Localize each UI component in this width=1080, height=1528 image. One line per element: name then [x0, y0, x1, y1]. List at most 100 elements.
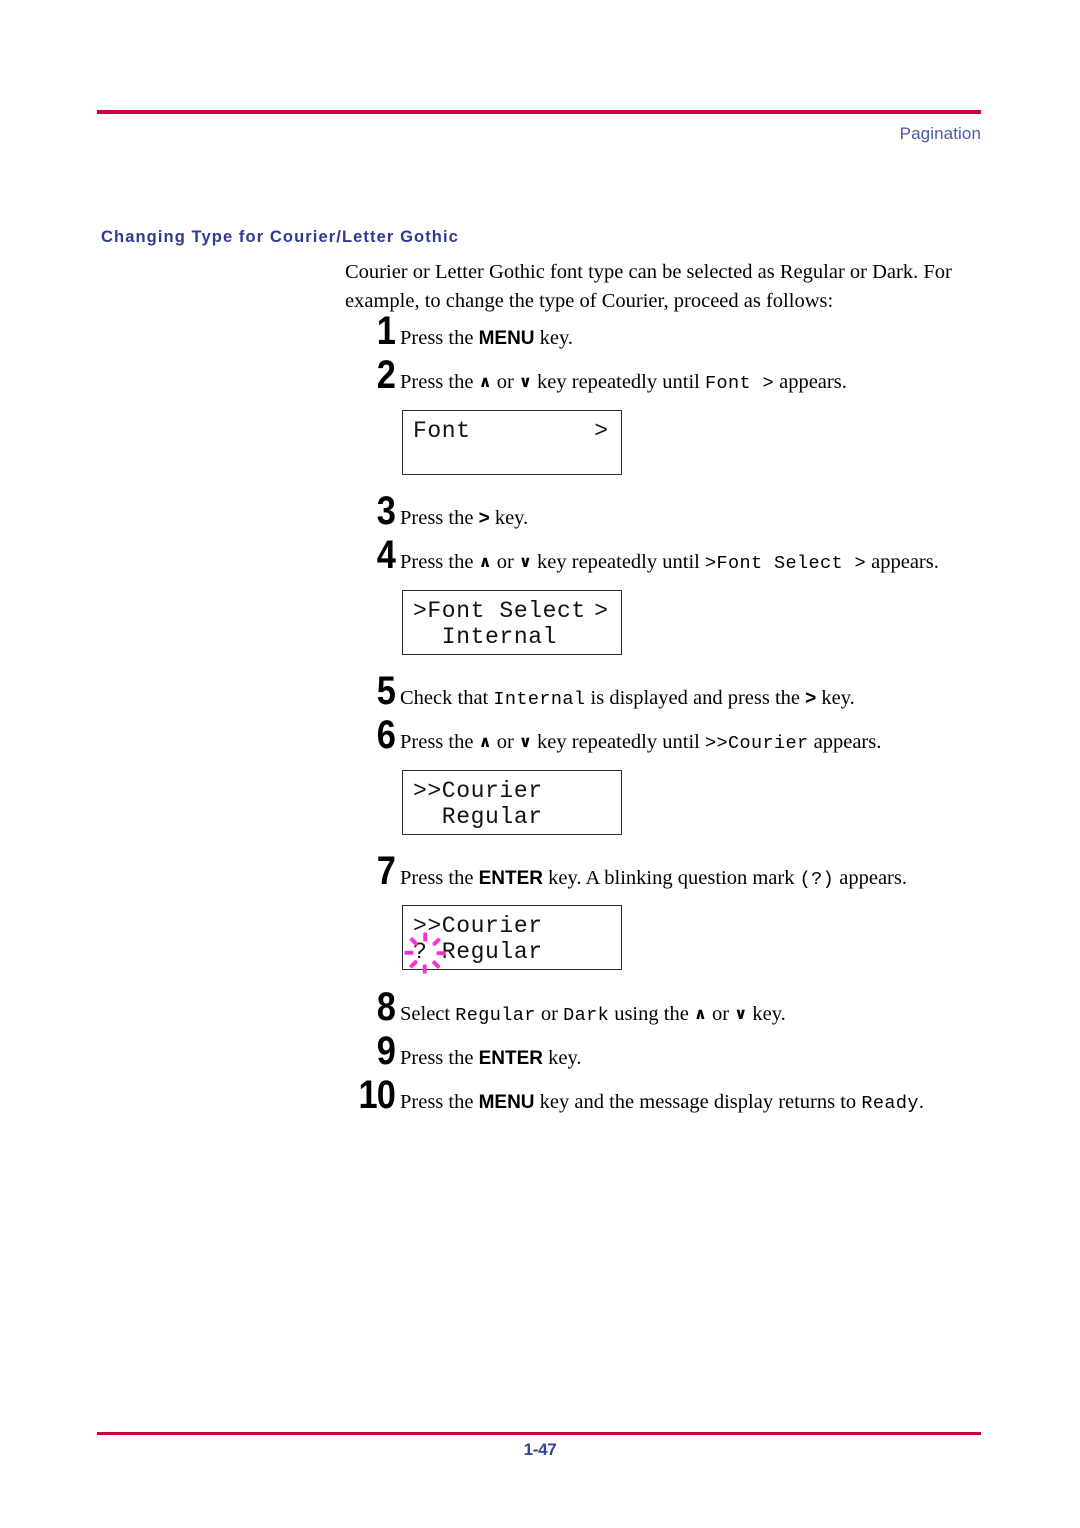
step-text-run: Press the — [400, 507, 479, 529]
blink-ray — [423, 964, 427, 974]
display-literal: Font > — [704, 373, 774, 394]
arrow-key-icon: ∧ — [478, 372, 492, 391]
step-text: Press the ∧ or ∨ key repeatedly until Fo… — [400, 369, 1000, 397]
arrow-key-icon: ∨ — [518, 732, 532, 751]
step-text-run: Press the — [400, 1047, 479, 1069]
step-text-run: Select — [400, 1003, 456, 1025]
step-number: 8 — [376, 985, 396, 1029]
blink-ray — [423, 932, 427, 942]
step-text-run: Press the — [400, 867, 479, 889]
step-text-run: key repeatedly until — [531, 551, 705, 573]
lcd-line-1: Font — [413, 418, 471, 444]
lcd-line-1: >>Courier — [413, 778, 543, 804]
step-text-run: appears. — [834, 867, 907, 889]
section-heading: Changing Type for Courier/Letter Gothic — [101, 228, 459, 246]
running-head: Pagination — [899, 124, 981, 143]
step-text-run: appears. — [808, 731, 882, 753]
step-number: 9 — [376, 1029, 396, 1073]
step-text-run: appears. — [773, 371, 847, 393]
document-page: Pagination Changing Type for Courier/Let… — [0, 0, 1080, 1528]
lcd-line-2: Internal — [413, 624, 558, 650]
step-text: Press the ENTER key. — [400, 1045, 1000, 1072]
step-text: Press the ∧ or ∨ key repeatedly until >>… — [400, 729, 1000, 757]
step-text-run: key. — [489, 507, 529, 529]
step-text-run: or — [706, 1003, 735, 1025]
step-text-run: key. — [816, 687, 855, 709]
blink-ray — [431, 937, 441, 947]
key-label: MENU — [478, 328, 535, 349]
lcd-line-1: >Font Select — [413, 598, 586, 624]
step-text-run: key and the message display returns to — [534, 1091, 862, 1113]
step-number: 7 — [376, 849, 396, 893]
blink-ray — [409, 959, 419, 969]
lcd-display-courier-regular: >>Courier Regular — [402, 770, 622, 835]
display-literal: Dark — [563, 1005, 610, 1026]
step-text-run: Press the — [400, 551, 479, 573]
lcd-right-arrow-icon: > — [594, 598, 608, 624]
step-text: Press the ∧ or ∨ key repeatedly until >F… — [400, 549, 1000, 577]
arrow-key-icon: ∧ — [478, 552, 492, 571]
step-text-run: or — [491, 371, 519, 393]
display-literal: >>Courier — [704, 733, 809, 754]
blink-ray — [436, 951, 446, 955]
footer-rule — [97, 1432, 981, 1435]
key-label: MENU — [478, 1092, 535, 1113]
lcd-display-font-select: >Font Select Internal > — [402, 590, 622, 655]
step-text: Press the > key. — [400, 505, 1000, 532]
step-number: 2 — [376, 353, 396, 397]
blink-ray — [431, 959, 441, 969]
step-text-run: . — [918, 1091, 924, 1113]
step-text-run: Press the — [400, 371, 479, 393]
step-text: Press the MENU key and the message displ… — [400, 1089, 1000, 1117]
arrow-key-icon: ∧ — [693, 1004, 707, 1023]
blinking-cursor-icon — [404, 932, 446, 974]
display-literal: Internal — [493, 689, 586, 710]
step-text-run: or — [535, 1003, 564, 1025]
step-number: 10 — [358, 1073, 395, 1117]
arrow-key-icon: ∨ — [518, 372, 532, 391]
blink-ray — [404, 951, 414, 955]
blink-ray — [409, 937, 419, 947]
key-label: ENTER — [478, 868, 543, 889]
step-text-run: Press the — [400, 327, 479, 349]
lcd-display-courier-regular-blinking: >>Courier? Regular — [402, 905, 622, 974]
step-number: 4 — [376, 533, 396, 577]
step-text-run: or — [491, 731, 519, 753]
step-number: 1 — [376, 309, 396, 353]
lcd-right-arrow-icon: > — [594, 418, 608, 444]
arrow-key-icon: ∨ — [518, 552, 532, 571]
step-text: Check that Internal is displayed and pre… — [400, 685, 1000, 713]
right-key-icon: > — [478, 508, 490, 529]
step-text: Select Regular or Dark using the ∧ or ∨ … — [400, 1001, 1000, 1029]
step-number: 6 — [376, 713, 396, 757]
step-text-run: Check that — [400, 687, 494, 709]
arrow-key-icon: ∨ — [734, 1004, 748, 1023]
step-text-run: or — [491, 551, 519, 573]
right-key-icon: > — [805, 688, 817, 709]
display-literal: (?) — [799, 869, 835, 890]
arrow-key-icon: ∧ — [478, 732, 492, 751]
step-text-run: Press the — [400, 1091, 479, 1113]
intro-paragraph: Courier or Letter Gothic font type can b… — [345, 261, 952, 312]
page-number: 1-47 — [523, 1440, 557, 1459]
step-text-run: is displayed and press the — [585, 687, 806, 709]
step-text-run: key. A blinking question mark — [542, 867, 800, 889]
step-text-run: Press the — [400, 731, 479, 753]
step-text-run: key. — [747, 1003, 786, 1025]
step-text-run: using the — [609, 1003, 694, 1025]
lcd-display-font: Font > — [402, 410, 622, 475]
step-number: 5 — [376, 669, 396, 713]
lcd-line-2: Regular — [413, 804, 543, 830]
step-text-run: key. — [542, 1047, 582, 1069]
display-literal: Regular — [455, 1005, 536, 1026]
key-label: ENTER — [478, 1048, 543, 1069]
step-text: Press the MENU key. — [400, 325, 1000, 352]
step-text-run: key repeatedly until — [531, 371, 705, 393]
display-literal: >Font Select > — [704, 553, 866, 574]
step-text-run: key repeatedly until — [531, 731, 705, 753]
display-literal: Ready — [861, 1093, 919, 1114]
step-text: Press the ENTER key. A blinking question… — [400, 865, 1000, 893]
step-number: 3 — [376, 489, 396, 533]
header-rule — [97, 110, 981, 114]
step-text-run: appears. — [866, 551, 939, 573]
